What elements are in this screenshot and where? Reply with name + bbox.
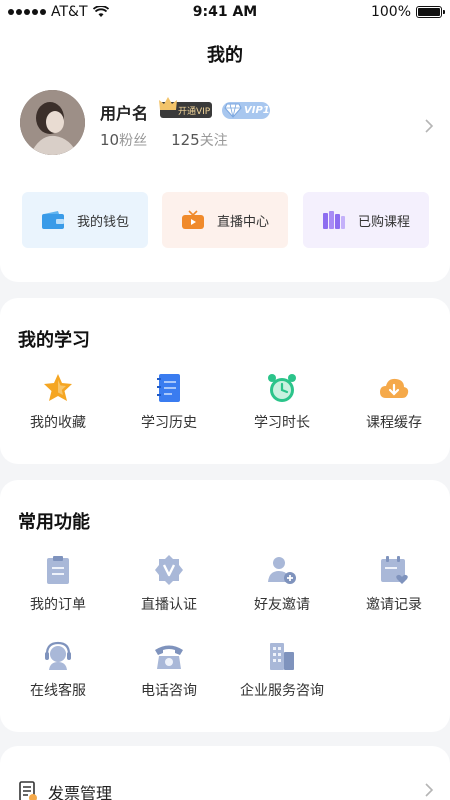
my-orders-item[interactable]: 我的订单 [2,554,114,614]
wallet-label: 我的钱包 [76,214,129,230]
following-label: 关注 [199,133,228,149]
invite-friends-label: 好友邀请 [254,597,310,613]
invoice-row-content: 发票管理 [18,780,112,800]
study-duration-label: 学习时长 [254,415,310,431]
crown-icon [159,97,177,110]
my-orders-label: 我的订单 [30,597,86,613]
clipboard-icon [47,556,69,584]
status-right: 100% [370,4,445,20]
page-title: 我的 [207,45,243,66]
vip-level-label: VIP1 [244,105,270,116]
purchased-courses-button[interactable]: 已购课程 [303,192,429,248]
study-history-label: 学习历史 [141,415,197,431]
telephone-icon [155,645,183,669]
online-service-label: 在线客服 [30,683,86,699]
my-study-title: 我的学习 [18,330,90,351]
add-friend-icon [268,557,296,584]
invoice-label: 发票管理 [48,784,113,800]
common-functions-title: 常用功能 [18,512,90,533]
study-history-item[interactable]: 学习历史 [113,372,225,432]
live-center-label: 直播中心 [216,214,269,230]
alarm-clock-icon [268,374,296,402]
invoice-icon [19,781,37,800]
invoice-management-row[interactable]: 发票管理 [0,746,450,800]
live-certification-label: 直播认证 [141,597,197,613]
live-certification-item[interactable]: 直播认证 [113,554,225,614]
enterprise-service-label: 企业服务咨询 [240,683,324,699]
chevron-right-icon [425,783,434,797]
diamond-icon [224,103,242,118]
fans-stat[interactable]: 10粉丝 [100,130,147,150]
following-count: 125 [171,131,200,149]
course-cache-label: 课程缓存 [366,415,422,431]
chevron-right-icon[interactable] [424,118,434,134]
verified-badge-icon [155,555,183,585]
notebook-icon [157,374,180,402]
study-duration-item[interactable]: 学习时长 [226,372,338,432]
phone-consultation-item[interactable]: 电话咨询 [113,640,225,700]
profile-card: 我的 用户名 开通VIP VIP1 10粉丝 125关注 我的钱包 直播中心 已… [0,26,450,282]
live-center-button[interactable]: 直播中心 [162,192,288,248]
invite-records-item[interactable]: 邀请记录 [338,554,450,614]
username: 用户名 [100,104,149,123]
books-icon [322,211,345,229]
profile-stats: 10粉丝 125关注 [100,130,228,150]
purchased-courses-label: 已购课程 [357,214,410,230]
battery-percent: 100% [370,4,411,20]
battery-icon [416,6,445,18]
calendar-heart-icon [381,556,408,584]
fans-count: 10 [100,131,120,149]
phone-consultation-label: 电话咨询 [141,683,197,699]
following-stat[interactable]: 125关注 [171,130,228,150]
building-icon [270,643,294,670]
cloud-download-icon [380,378,409,398]
fans-label: 粉丝 [119,133,148,149]
online-service-item[interactable]: 在线客服 [2,640,114,700]
my-study-section: 我的学习 我的收藏 学习历史 学习时长 课程缓存 [0,298,450,464]
invite-friends-item[interactable]: 好友邀请 [226,554,338,614]
favorites-label: 我的收藏 [30,415,86,431]
enterprise-service-item[interactable]: 企业服务咨询 [226,640,338,700]
avatar-image [20,90,85,155]
wallet-icon [41,211,64,229]
tv-icon [181,210,204,229]
favorites-item[interactable]: 我的收藏 [2,372,114,432]
common-functions-section: 常用功能 我的订单 直播认证 好友邀请 邀请记录 在线客服 电话咨询 企业服务咨… [0,480,450,732]
course-cache-item[interactable]: 课程缓存 [338,372,450,432]
wallet-button[interactable]: 我的钱包 [22,192,148,248]
star-icon [44,374,72,401]
open-vip-badge[interactable]: 开通VIP [159,97,212,118]
headset-icon [45,641,71,670]
status-bar: AT&T 9:41 AM 100% [0,0,450,26]
open-vip-label: 开通VIP [178,106,211,117]
avatar[interactable] [20,90,85,155]
invite-records-label: 邀请记录 [366,597,422,613]
vip-level-badge: VIP1 [222,102,270,119]
